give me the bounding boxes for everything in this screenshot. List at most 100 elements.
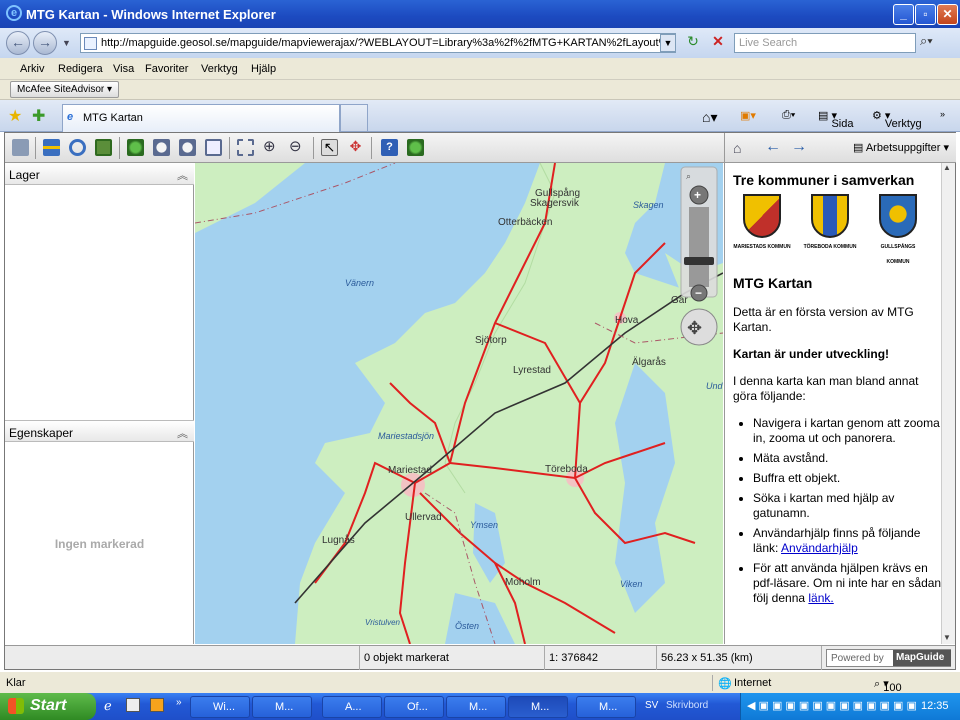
system-tray: ◀ ▣ ▣ ▣ ▣ ▣ ▣ ▣ ▣ ▣ ▣ ▣ ▣ 12:35 [740, 693, 960, 720]
taskbar-button[interactable]: M... [446, 696, 506, 718]
help-link[interactable]: Användarhjälp [781, 541, 858, 555]
quicklaunch-chevron-icon[interactable]: » [176, 697, 182, 708]
select-pointer-icon[interactable]: ↖ [321, 139, 338, 156]
quicklaunch-ie-icon[interactable]: ℯ [104, 698, 112, 714]
scroll-up-icon[interactable]: ▲ [943, 163, 954, 174]
menu-hjalp[interactable]: Hjälp [251, 63, 276, 75]
taskbar-button[interactable]: Wi... [190, 696, 250, 718]
help-icon[interactable]: ? [381, 139, 398, 156]
taskbar-button[interactable]: M... [252, 696, 312, 718]
tools-menu[interactable]: ⚙ Verktyg ▾ [872, 109, 922, 130]
zoom-selection-icon[interactable] [237, 139, 254, 156]
panel-heading: MTG Kartan [733, 275, 813, 291]
print-icon[interactable]: ⎙▾ [782, 109, 795, 122]
add-favorite-icon[interactable]: ✚ [32, 106, 45, 126]
url-dropdown-button[interactable]: ▼ [660, 34, 676, 52]
forward-button[interactable]: → [33, 31, 57, 55]
history-dropdown-icon[interactable]: ▼ [62, 38, 71, 48]
back-button[interactable]: ← [6, 31, 30, 55]
zoom-out-glyph: − [695, 286, 702, 300]
list-item: Användarhjälp finns på följande länk: An… [753, 526, 943, 556]
zoom-next-icon[interactable] [179, 139, 196, 156]
menu-bar: Arkiv Redigera Visa Favoriter Verktyg Hj… [0, 58, 960, 80]
scroll-down-icon[interactable]: ▼ [943, 633, 954, 644]
start-button[interactable]: Start [0, 693, 96, 720]
collapse-chevron-icon[interactable]: ︽ [177, 425, 188, 441]
layers-panel-header[interactable]: Lager ︽ [5, 163, 194, 185]
zoom-in-icon[interactable]: ⊕ [263, 139, 280, 156]
page-icon [84, 37, 97, 50]
menu-visa[interactable]: Visa [113, 63, 134, 75]
quicklaunch-app-icon[interactable] [126, 698, 140, 712]
task-scrollbar[interactable]: ▲ ▼ [941, 163, 955, 644]
task-menu[interactable]: ▤ Arbetsuppgifter ▾ [853, 141, 949, 154]
map-label: Lugnås [322, 534, 355, 546]
taskbar-button[interactable]: M... [576, 696, 636, 718]
refresh-icon[interactable]: ↻ [683, 33, 703, 53]
map-label: Älgarås [632, 356, 666, 368]
favorites-star-icon[interactable]: ★ [8, 106, 22, 126]
list-item: Buffra ett objekt. [753, 471, 943, 486]
stop-icon[interactable]: ✕ [708, 33, 728, 53]
search-input[interactable]: Live Search [734, 33, 916, 53]
map-label: Ymsen [470, 520, 498, 530]
menu-verktyg[interactable]: Verktyg [201, 63, 238, 75]
task-panel: ⌂ ← → ▤ Arbetsuppgifter ▾ Tre kommuner i… [724, 133, 956, 644]
page-menu[interactable]: ▤ Sida ▾ [818, 109, 853, 130]
quicklaunch-app-icon[interactable] [150, 698, 164, 712]
menu-arkiv[interactable]: Arkiv [20, 63, 44, 75]
feeds-icon[interactable]: ▣▾ [740, 109, 756, 122]
task-home-icon[interactable]: ⌂ [733, 140, 741, 156]
maximize-button[interactable]: ▫ [915, 4, 936, 25]
buffer-icon[interactable] [69, 139, 86, 156]
new-tab-button[interactable] [340, 104, 368, 132]
notice-text: Kartan är under utveckling! [733, 347, 890, 361]
taskbar-button[interactable]: A... [322, 696, 382, 718]
search-icon[interactable]: ⌕▾ [920, 33, 950, 53]
layers-title: Lager [9, 168, 40, 182]
task-back-icon[interactable]: ← [765, 138, 781, 156]
windows-logo-icon [8, 698, 24, 714]
zoom-full-icon[interactable] [127, 139, 144, 156]
taskbar-button-active[interactable]: M... [508, 696, 568, 718]
minimize-button[interactable]: _ [893, 4, 914, 25]
select-within-icon[interactable] [95, 139, 112, 156]
home-icon[interactable]: ⌂▾ [702, 109, 717, 126]
taskbar-button[interactable]: Of... [384, 696, 444, 718]
zoom-slider-thumb [684, 257, 714, 265]
zoom-previous-icon[interactable] [153, 139, 170, 156]
feature-list: Navigera i kartan genom att zooma in, zo… [753, 416, 943, 606]
pan-icon[interactable]: ✥ [347, 139, 364, 156]
refresh-map-icon[interactable] [407, 139, 424, 156]
toolbar-chevron-icon[interactable]: » [940, 109, 945, 119]
map-label: Vänern [345, 278, 374, 288]
menu-favoriter[interactable]: Favoriter [145, 63, 188, 75]
measure-icon[interactable] [43, 139, 60, 156]
tab-ie-icon: e [67, 111, 74, 123]
desktop-toolbar-label[interactable]: Skrivbord [666, 700, 708, 711]
task-forward-icon[interactable]: → [791, 138, 807, 156]
collapse-chevron-icon[interactable]: ︽ [177, 167, 188, 183]
pdf-link[interactable]: länk. [808, 591, 833, 605]
map-canvas[interactable]: Gullspång Skagersvik Otterbäcken Skagen … [195, 163, 723, 644]
tray-icons[interactable]: ◀ ▣ ▣ ▣ ▣ ▣ ▣ ▣ ▣ ▣ ▣ ▣ ▣ [747, 699, 917, 712]
banner-title: Tre kommuner i samverkan [733, 172, 915, 188]
zoom-rectangle-icon[interactable] [205, 139, 222, 156]
tab-mtg-kartan[interactable]: e MTG Kartan [62, 104, 340, 132]
zoom-out-icon[interactable]: ⊖ [289, 139, 306, 156]
list-item: Navigera i kartan genom att zooma in, zo… [753, 416, 943, 446]
clock: 12:35 [921, 700, 949, 712]
mariestad-crest-icon [743, 194, 781, 238]
zoom-level[interactable]: ⌕ 100 % ▾ [874, 677, 902, 706]
zoom-slider[interactable]: ⌕ + − ✥ [680, 166, 718, 346]
map-label: Töreboda [545, 464, 588, 475]
mcafee-siteadvisor-button[interactable]: McAfee SiteAdvisor ▾ [10, 81, 120, 98]
language-indicator[interactable]: SV [645, 700, 658, 711]
no-selection-text: Ingen markerad [54, 537, 145, 551]
map-size: 56.23 x 51.35 (km) [657, 646, 822, 670]
close-button[interactable]: ✕ [937, 4, 958, 25]
print-map-icon[interactable] [12, 139, 29, 156]
properties-panel-header[interactable]: Egenskaper ︽ [5, 420, 194, 442]
menu-redigera[interactable]: Redigera [58, 63, 103, 75]
url-input[interactable]: http://mapguide.geosol.se/mapguide/mapvi… [80, 33, 676, 53]
